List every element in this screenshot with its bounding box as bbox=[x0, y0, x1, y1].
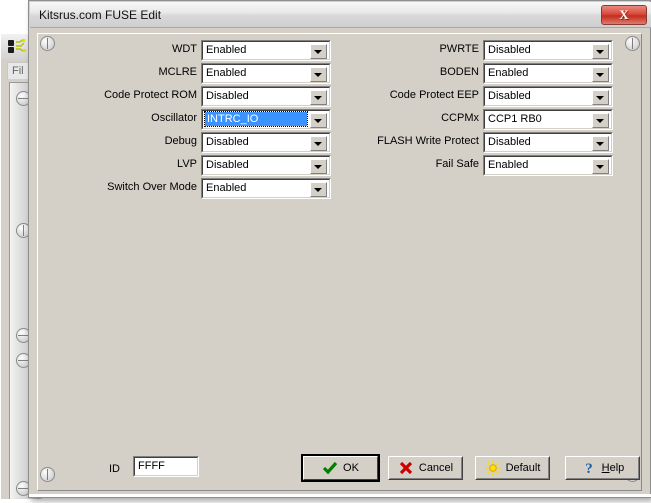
chevron-down-icon[interactable] bbox=[592, 67, 609, 82]
fuse-label-ccpmx: CCPMx bbox=[441, 112, 479, 124]
fuse-row: CCPMx CCP1 RB0 bbox=[29, 109, 651, 130]
fuse-combo-ccpmx[interactable]: CCP1 RB0 bbox=[483, 109, 613, 130]
combo-value: Disabled bbox=[488, 136, 531, 148]
combo-inner: Disabled bbox=[484, 41, 612, 60]
combo-value: Disabled bbox=[488, 90, 531, 102]
cancel-button-inner: Cancel bbox=[389, 457, 462, 479]
help-button[interactable]: ? Help bbox=[565, 456, 640, 480]
dialog-title: Kitsrus.com FUSE Edit bbox=[39, 8, 161, 22]
combo-value: Enabled bbox=[488, 67, 528, 79]
default-button-inner: Default bbox=[476, 457, 549, 479]
ok-button-label: OK bbox=[343, 462, 359, 474]
id-input-inner: FFFF bbox=[134, 457, 198, 476]
chevron-down-icon[interactable] bbox=[592, 90, 609, 105]
fuse-combo-pwrte[interactable]: Disabled bbox=[483, 40, 613, 61]
dialog-titlebar[interactable]: Kitsrus.com FUSE Edit X bbox=[30, 2, 651, 28]
close-button[interactable]: X bbox=[601, 5, 647, 25]
fuse-row: Fail Safe Enabled bbox=[29, 155, 651, 176]
combo-inner: Enabled bbox=[484, 156, 612, 175]
yellow-sun-icon bbox=[485, 460, 501, 476]
chevron-down-icon[interactable] bbox=[310, 182, 327, 197]
help-button-label: Help bbox=[602, 462, 625, 474]
default-button-label: Default bbox=[506, 462, 541, 474]
help-button-inner: ? Help bbox=[566, 457, 639, 479]
fuse-label-pwrte: PWRTE bbox=[439, 43, 479, 55]
fuse-edit-dialog: Kitsrus.com FUSE Edit X WDTEnabledMCLREE… bbox=[28, 0, 651, 498]
fuse-combo-code-protect-eep[interactable]: Disabled bbox=[483, 86, 613, 107]
id-label: ID bbox=[109, 463, 120, 475]
chip-icon bbox=[7, 39, 27, 55]
fuse-combo-boden[interactable]: Enabled bbox=[483, 63, 613, 84]
fuse-combo-switch-over-mode[interactable]: Enabled bbox=[201, 178, 331, 199]
fuse-combo-fail-safe[interactable]: Enabled bbox=[483, 155, 613, 176]
dialog-handle-icon bbox=[40, 467, 55, 482]
help-label-rest: elp bbox=[610, 462, 625, 474]
fuse-row: Code Protect EEP Disabled bbox=[29, 86, 651, 107]
close-icon: X bbox=[602, 6, 646, 24]
combo-value: Enabled bbox=[206, 182, 246, 194]
fuse-row: PWRTE Disabled bbox=[29, 40, 651, 61]
chevron-down-icon[interactable] bbox=[592, 159, 609, 174]
id-value: FFFF bbox=[138, 460, 165, 472]
fuse-combo-flash-write-protect[interactable]: Disabled bbox=[483, 132, 613, 153]
combo-value: Disabled bbox=[488, 44, 531, 56]
combo-inner: Disabled bbox=[484, 87, 612, 106]
ok-button-inner: OK bbox=[303, 456, 378, 480]
help-accel-letter: H bbox=[602, 462, 610, 474]
red-x-icon bbox=[398, 460, 414, 476]
fuse-label-code-protect-eep: Code Protect EEP bbox=[390, 89, 479, 101]
combo-inner: Enabled bbox=[484, 64, 612, 83]
chevron-down-icon[interactable] bbox=[592, 44, 609, 59]
fuse-label-boden: BODEN bbox=[440, 66, 479, 78]
cancel-button-label: Cancel bbox=[419, 462, 453, 474]
ok-button[interactable]: OK bbox=[301, 454, 380, 482]
combo-inner: Disabled bbox=[484, 133, 612, 152]
fuse-row: BODEN Enabled bbox=[29, 63, 651, 84]
default-button[interactable]: Default bbox=[475, 456, 550, 480]
chevron-down-icon[interactable] bbox=[592, 136, 609, 151]
svg-text:?: ? bbox=[585, 461, 593, 476]
fuse-row: Switch Over Mode Enabled bbox=[29, 178, 651, 199]
blue-question-mark-icon: ? bbox=[581, 460, 597, 476]
green-check-icon bbox=[322, 460, 338, 476]
fuse-label-switch-over-mode: Switch Over Mode bbox=[107, 181, 197, 193]
combo-value: CCP1 RB0 bbox=[488, 113, 542, 125]
fuse-row: FLASH Write Protect Disabled bbox=[29, 132, 651, 153]
fuse-label-flash-write-protect: FLASH Write Protect bbox=[377, 135, 479, 147]
chevron-down-icon[interactable] bbox=[592, 113, 609, 128]
fuse-label-fail-safe: Fail Safe bbox=[436, 158, 479, 170]
combo-inner: Enabled bbox=[202, 179, 330, 198]
id-input[interactable]: FFFF bbox=[133, 456, 199, 477]
combo-value: Enabled bbox=[488, 159, 528, 171]
cancel-button[interactable]: Cancel bbox=[388, 456, 463, 480]
combo-inner: CCP1 RB0 bbox=[484, 110, 612, 129]
window-bottom-edge bbox=[29, 494, 651, 497]
